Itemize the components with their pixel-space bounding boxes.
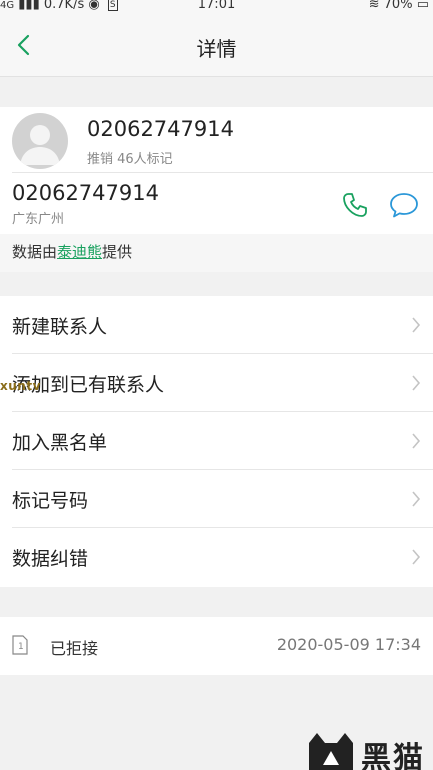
call-status: 已拒接 bbox=[50, 639, 99, 658]
chevron-right-icon bbox=[412, 317, 421, 333]
battery-level: 70% bbox=[383, 0, 413, 12]
number-location: 广东广州 bbox=[12, 212, 65, 227]
status-right: ≋ 70% ▭ bbox=[369, 0, 429, 12]
contact-card: 02062747914 推销 46人标记 02062747914 广东广州 bbox=[0, 107, 433, 234]
menu-item-new-contact[interactable]: 新建联系人 bbox=[0, 296, 433, 354]
menu-item-label: 新建联系人 bbox=[12, 316, 108, 338]
cat-logo-icon bbox=[309, 733, 353, 770]
chevron-right-icon bbox=[412, 549, 421, 565]
wifi-icon: ≋ bbox=[368, 0, 380, 12]
chevron-right-icon bbox=[412, 375, 421, 391]
person-icon bbox=[20, 125, 60, 165]
data-provider-row: 数据由泰迪熊提供 bbox=[0, 234, 433, 272]
avatar bbox=[12, 113, 68, 169]
phone-number[interactable]: 02062747914 bbox=[12, 181, 159, 205]
battery-icon: ▭ bbox=[416, 0, 429, 12]
divider bbox=[12, 172, 433, 173]
message-icon[interactable] bbox=[389, 191, 419, 219]
status-bar: 4G ▮▮▮ 0.7K/s ◉ S 17:01 ≋ 70% ▭ bbox=[0, 0, 433, 14]
chevron-right-icon bbox=[412, 433, 421, 449]
sim-slot: 1 bbox=[18, 642, 24, 652]
call-log-entry: 1 已拒接 2020-05-09 17:34 bbox=[0, 617, 433, 675]
menu-item-label: 标记号码 bbox=[12, 490, 89, 512]
provider-link[interactable]: 泰迪熊 bbox=[57, 243, 102, 261]
page-title: 详情 bbox=[196, 37, 237, 61]
menu-item-data-correction[interactable]: 数据纠错 bbox=[0, 528, 433, 586]
sim-card-icon: 1 bbox=[12, 635, 28, 655]
call-timestamp: 2020-05-09 17:34 bbox=[276, 635, 421, 654]
menu-item-add-to-existing-contact[interactable]: 添加到已有联系人 bbox=[0, 354, 433, 412]
data-provider-text: 数据由泰迪熊提供 bbox=[12, 241, 132, 262]
phone-call-icon[interactable] bbox=[341, 191, 369, 219]
watermark-brand: 黑猫 bbox=[361, 741, 425, 770]
contact-tag: 推销 46人标记 bbox=[87, 152, 173, 167]
chevron-right-icon bbox=[412, 491, 421, 507]
menu-item-add-to-blacklist[interactable]: 加入黑名单 bbox=[0, 412, 433, 470]
menu-item-label: 加入黑名单 bbox=[12, 432, 108, 454]
watermark-logo: 黑猫 bbox=[303, 731, 433, 770]
menu-item-label: 数据纠错 bbox=[12, 548, 89, 570]
provider-prefix: 数据由 bbox=[12, 243, 58, 261]
header-bar: 详情 bbox=[0, 14, 433, 77]
menu-item-mark-number[interactable]: 标记号码 bbox=[0, 470, 433, 528]
actions-list: 新建联系人 添加到已有联系人 加入黑名单 标记号码 数据纠错 bbox=[0, 296, 433, 587]
contact-number: 02062747914 bbox=[87, 117, 234, 141]
provider-suffix: 提供 bbox=[102, 243, 133, 261]
watermark-text: xuntv bbox=[0, 379, 41, 393]
